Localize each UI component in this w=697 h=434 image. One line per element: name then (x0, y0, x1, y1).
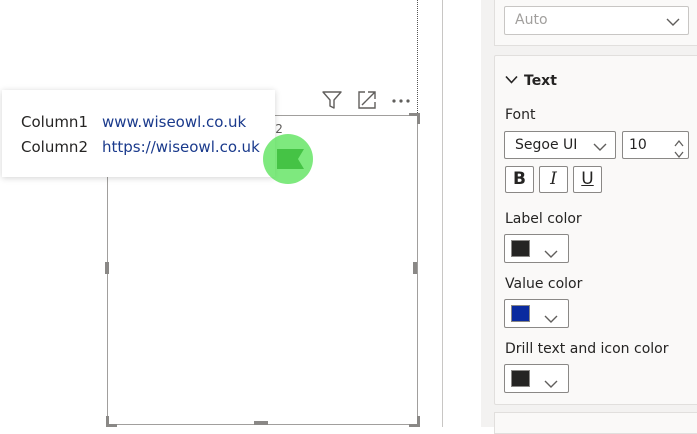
resize-handle-left[interactable] (105, 262, 109, 274)
chevron-down-icon[interactable] (673, 145, 685, 159)
auto-dropdown[interactable]: Auto (504, 6, 689, 35)
label-color-label: Label color (505, 211, 582, 227)
text-section-title: Text (524, 73, 557, 89)
chevron-down-icon (544, 374, 558, 393)
filter-icon[interactable] (321, 89, 343, 111)
underline-button[interactable]: U (573, 166, 602, 193)
label-color-swatch (511, 240, 530, 257)
format-card-next (494, 412, 697, 434)
chevron-down-icon (593, 140, 607, 156)
focus-mode-icon[interactable] (356, 89, 378, 111)
font-size-stepper[interactable]: 10 (622, 131, 689, 159)
tooltip-row: Column1 www.wiseowl.co.uk (21, 113, 246, 131)
tooltip-row-value: https://wiseowl.co.uk (102, 138, 260, 156)
font-label: Font (505, 107, 536, 123)
auto-dropdown-value: Auto (515, 12, 548, 28)
bold-button[interactable]: B (505, 166, 534, 193)
font-family-dropdown[interactable]: Segoe UI (504, 131, 616, 159)
drill-color-picker[interactable] (504, 364, 569, 393)
italic-button[interactable]: I (539, 166, 568, 193)
text-section-header[interactable]: Text (505, 72, 557, 89)
visual-header (318, 86, 418, 112)
pane-gutter (443, 0, 481, 427)
value-color-picker[interactable] (504, 299, 569, 328)
resize-corner-bottom-right[interactable] (409, 416, 420, 427)
tooltip-row-label: Column2 (21, 138, 88, 156)
drill-color-label: Drill text and icon color (505, 341, 669, 357)
tooltip-row-label: Column1 (21, 113, 88, 131)
chevron-down-icon (666, 15, 680, 31)
visual-tooltip: Column1 www.wiseowl.co.uk Column2 https://… (2, 90, 275, 177)
chevron-up-icon[interactable] (673, 134, 685, 147)
resize-handle-right[interactable] (413, 262, 417, 274)
font-size-value[interactable]: 10 (629, 137, 647, 153)
value-color-swatch (511, 305, 530, 322)
resize-handle-bottom[interactable] (254, 421, 268, 425)
chevron-down-icon (544, 309, 558, 328)
value-color-label: Value color (505, 276, 583, 292)
more-options-icon[interactable] (390, 89, 412, 111)
tooltip-row: Column2 https://wiseowl.co.uk (21, 138, 260, 156)
tooltip-row-value: www.wiseowl.co.uk (102, 113, 247, 131)
font-family-value: Segoe UI (515, 137, 578, 153)
drill-color-swatch (511, 370, 530, 387)
resize-corner-bottom-left[interactable] (106, 416, 117, 427)
chevron-down-icon (505, 72, 518, 88)
drill-flag-icon (276, 148, 306, 174)
label-color-picker[interactable] (504, 234, 569, 263)
chevron-down-icon (544, 244, 558, 263)
resize-corner-top-right[interactable] (409, 113, 420, 124)
